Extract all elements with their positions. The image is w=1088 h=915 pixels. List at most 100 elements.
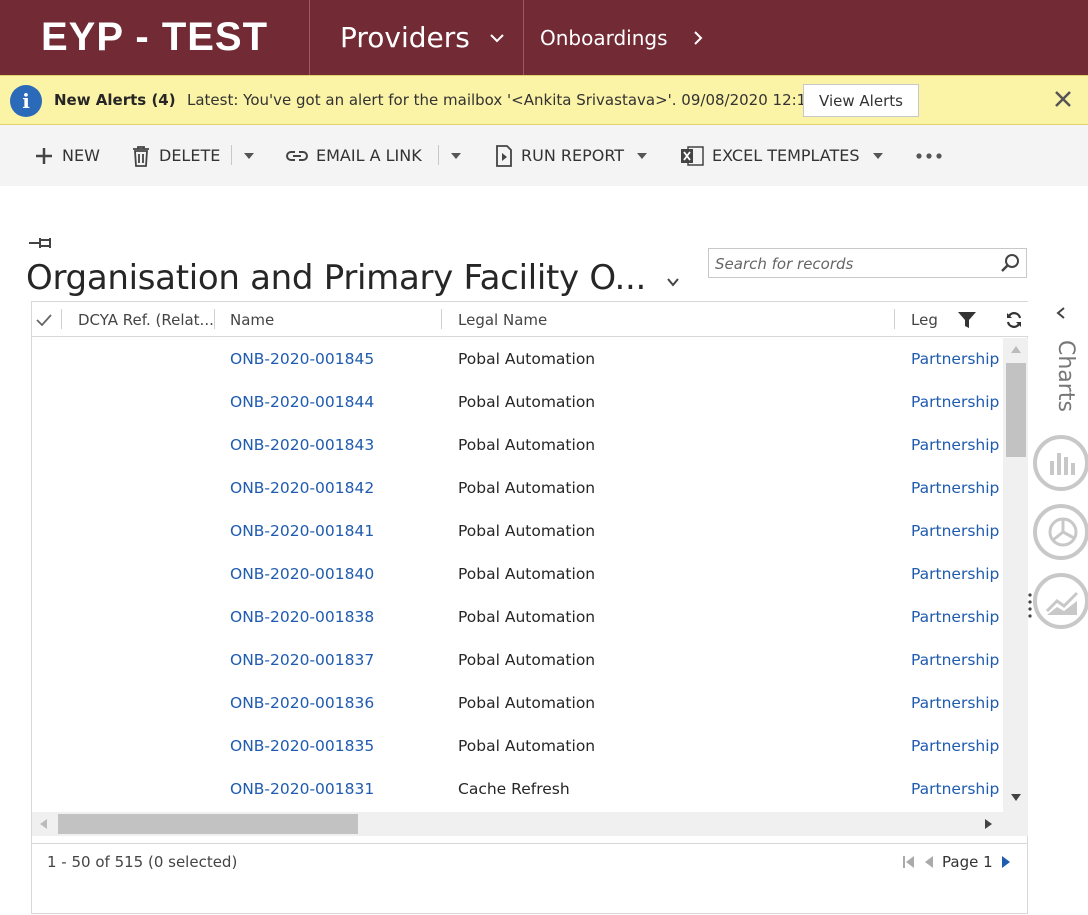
legal-type-cell: Partnership	[911, 350, 1000, 368]
run-report-label: RUN REPORT	[521, 146, 625, 165]
legal-name-cell: Pobal Automation	[458, 565, 596, 583]
column-separator	[441, 309, 442, 329]
email-more-dropdown[interactable]	[450, 125, 462, 186]
command-bar: NEW DELETE EMAIL A LINK RUN REPORT EXCEL…	[0, 125, 1088, 186]
legal-name-cell: Pobal Automation	[458, 436, 596, 454]
table-row[interactable]: ONB-2020-001836 Pobal Automation Partnersh…	[32, 682, 1002, 725]
record-name-link[interactable]: ONB-2020-001840	[230, 553, 374, 596]
run-report-button[interactable]: RUN REPORT	[495, 125, 648, 186]
legal-type-cell: Partnership	[911, 522, 1000, 540]
legal-type-cell: Partnership	[911, 780, 1000, 798]
next-page-icon[interactable]	[1001, 855, 1011, 869]
column-separator	[214, 309, 215, 329]
scroll-left-icon[interactable]	[38, 818, 48, 830]
table-row[interactable]: ONB-2020-001842 Pobal Automation Partnersh…	[32, 467, 1002, 510]
more-commands-button[interactable]	[916, 125, 950, 186]
caret-down-icon	[451, 152, 461, 159]
column-header-name[interactable]: Name	[230, 302, 274, 337]
refresh-button[interactable]	[1005, 302, 1023, 337]
refresh-icon	[1006, 311, 1022, 328]
legal-type-cell: Partnership	[911, 565, 1000, 583]
previous-page-icon[interactable]	[924, 855, 934, 869]
bar-chart-icon	[1050, 453, 1075, 475]
new-button[interactable]: NEW	[34, 125, 100, 186]
pie-chart-button[interactable]	[1033, 504, 1088, 560]
chevron-right-icon	[693, 30, 702, 45]
table-row[interactable]: ONB-2020-001840 Pobal Automation Partnersh…	[32, 553, 1002, 596]
record-name-link[interactable]: ONB-2020-001836	[230, 682, 374, 725]
onboardings-breadcrumb[interactable]: Onboardings	[524, 0, 704, 75]
charts-label[interactable]: Charts	[1048, 340, 1078, 420]
chevron-down-icon[interactable]	[666, 276, 680, 288]
new-label: NEW	[62, 146, 100, 165]
column-header-legal-name[interactable]: Legal Name	[458, 302, 547, 337]
search-box	[708, 248, 1027, 278]
records-grid: DCYA Ref. (Relat... Name Legal Name Leg …	[31, 301, 1028, 914]
record-name-link[interactable]: ONB-2020-001831	[230, 768, 374, 811]
alert-bar: i New Alerts (4) Latest: You've got an a…	[0, 75, 1088, 125]
caret-down-icon	[637, 152, 648, 159]
delete-more-dropdown[interactable]	[243, 125, 255, 186]
scroll-up-icon[interactable]	[1010, 344, 1022, 354]
legal-type-cell: Partnership	[911, 393, 1000, 411]
caret-down-icon	[244, 152, 254, 159]
legal-type-cell: Partnership	[911, 608, 1000, 626]
record-count: 1 - 50 of 515 (0 selected)	[47, 853, 238, 871]
scroll-right-icon[interactable]	[984, 818, 994, 830]
delete-label: DELETE	[159, 146, 221, 165]
legal-type-cell: Partnership	[911, 436, 1000, 454]
first-page-icon[interactable]	[902, 855, 916, 869]
vertical-scrollbar[interactable]	[1003, 338, 1028, 812]
top-nav-bar: EYP - TEST Providers Onboardings	[0, 0, 1088, 75]
trash-icon	[133, 145, 149, 167]
record-name-link[interactable]: ONB-2020-001835	[230, 725, 374, 768]
horizontal-scrollbar[interactable]	[32, 812, 1028, 836]
email-link-button[interactable]: EMAIL A LINK	[286, 125, 422, 186]
alert-title: New Alerts (4)	[54, 91, 176, 109]
excel-templates-button[interactable]: EXCEL TEMPLATES	[680, 125, 884, 186]
info-icon: i	[10, 85, 42, 117]
select-all-checkbox[interactable]	[36, 302, 58, 337]
pin-icon[interactable]	[28, 235, 54, 251]
line-chart-button[interactable]	[1033, 573, 1088, 629]
delete-button[interactable]: DELETE	[131, 125, 220, 186]
column-header-legal-type[interactable]: Leg	[911, 302, 938, 337]
record-name-link[interactable]: ONB-2020-001845	[230, 338, 374, 381]
close-icon[interactable]	[1052, 88, 1074, 110]
panel-resize-handle[interactable]	[1028, 592, 1032, 620]
column-header-ref[interactable]: DCYA Ref. (Relat...	[78, 302, 214, 337]
bar-chart-button[interactable]	[1033, 435, 1088, 491]
filter-button[interactable]	[957, 302, 977, 337]
table-row[interactable]: ONB-2020-001844 Pobal Automation Partnersh…	[32, 381, 1002, 424]
page-number: Page 1	[942, 853, 993, 871]
pager: Page 1	[902, 853, 1019, 871]
scroll-down-icon[interactable]	[1010, 793, 1022, 803]
vertical-scroll-thumb[interactable]	[1006, 363, 1026, 457]
table-row[interactable]: ONB-2020-001845 Pobal Automation Partnersh…	[32, 338, 1002, 381]
record-name-link[interactable]: ONB-2020-001841	[230, 510, 374, 553]
table-row[interactable]: ONB-2020-001838 Pobal Automation Partnersh…	[32, 596, 1002, 639]
search-input[interactable]	[715, 253, 995, 275]
table-row[interactable]: ONB-2020-001831 Cache Refresh Partnership	[32, 768, 1002, 811]
legal-type-cell: Partnership	[911, 479, 1000, 497]
excel-icon	[681, 145, 704, 166]
alert-message: Latest: You've got an alert for the mail…	[187, 91, 816, 109]
chevron-left-icon[interactable]	[1056, 307, 1066, 319]
horizontal-scroll-thumb[interactable]	[58, 814, 358, 834]
record-name-link[interactable]: ONB-2020-001843	[230, 424, 374, 467]
table-row[interactable]: ONB-2020-001841 Pobal Automation Partnersh…	[32, 510, 1002, 553]
legal-type-cell: Partnership	[911, 694, 1000, 712]
providers-menu[interactable]: Providers	[310, 0, 523, 75]
caret-down-icon	[872, 152, 883, 159]
table-row[interactable]: ONB-2020-001835 Pobal Automation Partnersh…	[32, 725, 1002, 768]
table-row[interactable]: ONB-2020-001837 Pobal Automation Partnersh…	[32, 639, 1002, 682]
record-name-link[interactable]: ONB-2020-001844	[230, 381, 374, 424]
app-brand[interactable]: EYP - TEST	[0, 0, 309, 75]
search-icon[interactable]	[1000, 253, 1020, 273]
record-name-link[interactable]: ONB-2020-001838	[230, 596, 374, 639]
record-name-link[interactable]: ONB-2020-001842	[230, 467, 374, 510]
onboardings-label: Onboardings	[540, 25, 668, 50]
record-name-link[interactable]: ONB-2020-001837	[230, 639, 374, 682]
table-row[interactable]: ONB-2020-001843 Pobal Automation Partnersh…	[32, 424, 1002, 467]
view-alerts-button[interactable]: View Alerts	[803, 84, 919, 117]
